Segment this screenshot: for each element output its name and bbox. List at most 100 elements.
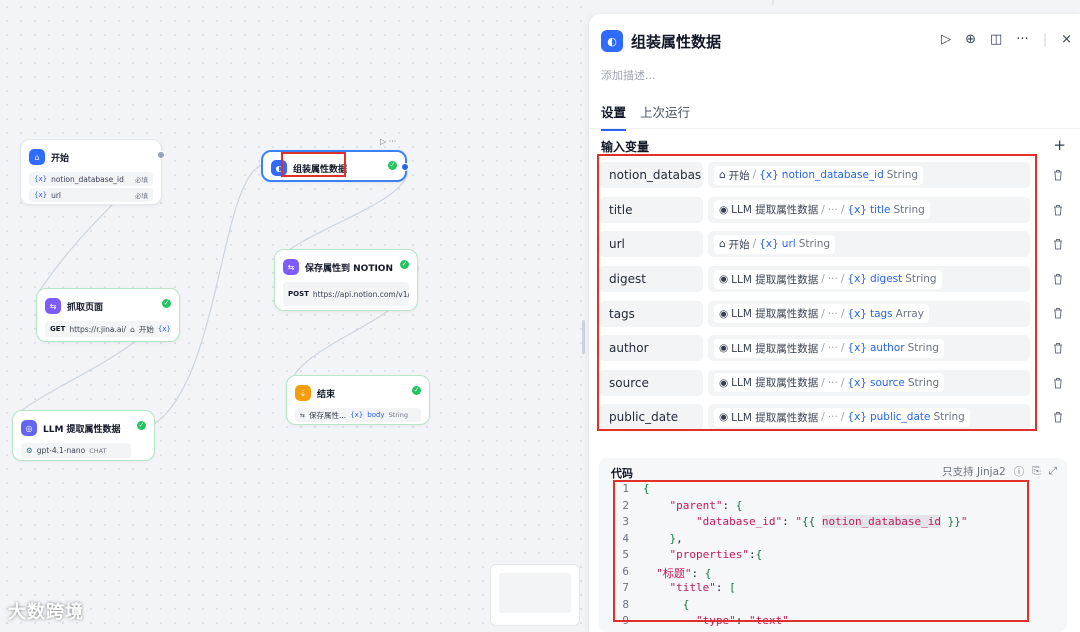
variable-row: tags ◉ LLM 提取属性数据 / ··· / {x} tags Array — [599, 296, 1062, 331]
node-toolbar[interactable]: ▷ ··· — [380, 137, 396, 146]
ref-path-ellipsis: ··· — [827, 376, 838, 389]
save-node[interactable]: ⇆ 保存属性到 NOTION ✓ POST https://api.notion… — [274, 249, 418, 311]
output-type: String — [388, 411, 408, 419]
line-number: 9 — [622, 614, 629, 627]
http-icon: ⇆ — [283, 259, 299, 275]
ref-var-name: url — [781, 238, 796, 251]
request-url: https://r.jina.ai/ — [69, 324, 127, 334]
variable-row: digest ◉ LLM 提取属性数据 / ··· / {x} digest String — [599, 262, 1062, 297]
panel-title[interactable]: 组装属性数据 — [631, 31, 721, 52]
trash-icon[interactable] — [1053, 273, 1063, 288]
trash-icon[interactable] — [1053, 308, 1063, 322]
llm-icon: ◉ — [719, 342, 729, 355]
tab-last-run[interactable]: 上次运行 — [640, 102, 690, 131]
variable-ref-selector[interactable]: ◉ LLM 提取属性数据 / ··· / {x} public_date String — [708, 404, 1030, 431]
output-row: ⇆ 保存属性... {x} body String — [295, 408, 421, 422]
variable-name-input[interactable]: public_date — [599, 404, 703, 431]
request-row: GET https://r.jina.ai/ ⌂ 开始 {x} url — [45, 321, 171, 337]
variable-ref-selector[interactable]: ◉ LLM 提取属性数据 / ··· / {x} tags Array — [708, 300, 1030, 327]
code-text: "type": "text" — [695, 614, 789, 627]
variable-ref-selector[interactable]: ◉ LLM 提取属性数据 / ··· / {x} author String — [708, 335, 1030, 362]
target-icon[interactable]: ⊕ — [965, 32, 976, 47]
line-number: 8 — [622, 597, 629, 611]
code-text: }, — [669, 531, 683, 545]
trash-icon[interactable] — [1053, 342, 1063, 357]
workflow-canvas[interactable]: ⌂ 开始 {x} notion_database_id 必填 {x} url 必… — [0, 0, 774, 632]
variable-ref-selector[interactable]: ◉ LLM 提取属性数据 / ··· / {x} digest String — [708, 266, 1030, 293]
add-variable-icon[interactable]: + — [1053, 136, 1066, 154]
more-icon[interactable]: ··· — [1016, 32, 1028, 47]
help-icon[interactable]: ⓘ — [1014, 464, 1025, 479]
close-icon[interactable]: × — [1061, 32, 1072, 47]
code-line: 4 }, — [599, 532, 968, 549]
variable-name-input[interactable]: notion_databas — [599, 162, 703, 189]
panel-resize-handle[interactable] — [582, 320, 585, 354]
variable-name-input[interactable]: digest — [599, 266, 703, 293]
variable-name-input[interactable]: source — [599, 369, 703, 396]
http-icon: ⇆ — [300, 411, 306, 419]
description-input[interactable]: 添加描述... — [601, 67, 656, 83]
assemble-node[interactable]: ◐ 组装属性数据 ✓ — [261, 150, 409, 182]
line-number: 3 — [622, 515, 629, 528]
required-badge: 必填 — [135, 176, 148, 184]
book-icon[interactable]: ◫ — [990, 32, 1002, 47]
output-handle[interactable] — [157, 151, 165, 159]
variable-ref-chip: ◉ LLM 提取属性数据 / ··· / {x} author String — [714, 338, 944, 358]
variable-row: notion_databas ⌂ 开始 / {x} notion_database_id S… — [599, 158, 1062, 193]
copy-icon[interactable]: ⎘ — [1032, 465, 1040, 478]
required-badge: 必填 — [135, 192, 148, 200]
minimap[interactable] — [490, 564, 580, 626]
code-line: 7 "title": [ — [599, 581, 968, 598]
output-var: body — [367, 411, 385, 419]
start-node[interactable]: ⌂ 开始 {x} notion_database_id 必填 {x} url 必… — [20, 139, 165, 205]
trash-icon[interactable] — [1053, 377, 1063, 392]
node-settings-panel: ◐ 组装属性数据 ▷ ⊕ ◫ ··· | × 添加描述... 设置 上次运行 输… — [588, 14, 1080, 632]
variable-name-input[interactable]: title — [599, 196, 703, 223]
expand-icon[interactable]: ⤢ — [1049, 465, 1057, 478]
ref-var-type: String — [907, 376, 940, 389]
trash-icon[interactable] — [1053, 412, 1063, 426]
llm-node[interactable]: ◎ LLM 提取属性数据 ✓ ⚙ gpt-4.1-nano CHAT — [12, 410, 155, 461]
code-editor[interactable]: 代码 只支持 Jinja2 ⓘ ⎘ ⤢ 1{2 "parent": {3 "da… — [599, 458, 1067, 632]
ref-var-type: String — [893, 203, 925, 216]
variable-ref-selector[interactable]: ◉ LLM 提取属性数据 / ··· / {x} source String — [708, 369, 1030, 396]
variable-ref-selector[interactable]: ⌂ 开始 / {x} notion_database_id String — [708, 162, 1030, 189]
ref-source: LLM 提取属性数据 — [731, 308, 819, 321]
variable-row: source ◉ LLM 提取属性数据 / ··· / {x} source String — [599, 366, 1062, 401]
end-node[interactable]: ⇣ 结束 ✓ ⇆ 保存属性... {x} body String — [286, 375, 430, 425]
panel-actions: ▷ ⊕ ◫ ··· | × — [941, 32, 1072, 47]
variable-ref-chip: ◉ LLM 提取属性数据 / ··· / {x} tags Array — [714, 304, 929, 324]
trash-icon[interactable] — [1053, 170, 1063, 184]
start-input-row: {x} url 必填 — [29, 188, 153, 202]
fetch-node[interactable]: ⇆ 抓取页面 ✓ GET https://r.jina.ai/ ⌂ 开始 {x}… — [36, 288, 180, 342]
variable-ref-chip: ⌂ 开始 / {x} notion_database_id String — [714, 165, 924, 185]
variable-row: public_date ◉ LLM 提取属性数据 / ··· / {x} public_dat… — [599, 400, 1062, 435]
variable-ref-selector[interactable]: ◉ LLM 提取属性数据 / ··· / {x} title String — [708, 196, 1030, 223]
variable-icon: {x} — [34, 175, 48, 183]
variable-row: author ◉ LLM 提取属性数据 / ··· / {x} author String — [599, 331, 1062, 366]
code-text: "parent": { — [669, 498, 743, 512]
variable-name-input[interactable]: url — [599, 231, 703, 258]
trash-icon[interactable] — [1053, 239, 1063, 253]
code-lines[interactable]: 1{2 "parent": {3 "database_id": "{{ noti… — [599, 482, 968, 631]
variable-ref-selector[interactable]: ⌂ 开始 / {x} url String — [708, 231, 1030, 258]
code-text: "title": [ — [669, 581, 736, 594]
ref-source: 开始 — [728, 169, 750, 182]
variable-ref-chip: ◉ LLM 提取属性数据 / ··· / {x} title String — [714, 200, 930, 220]
variable-name-input[interactable]: tags — [599, 300, 703, 327]
variable-icon: {x} — [157, 325, 171, 333]
trash-icon[interactable] — [1053, 204, 1063, 219]
home-icon: ⌂ — [130, 324, 135, 334]
model-mode: CHAT — [89, 446, 107, 455]
variable-name-input[interactable]: author — [599, 335, 703, 362]
ref-node: 开始 — [138, 324, 154, 334]
tab-settings[interactable]: 设置 — [601, 102, 627, 131]
variable-row: url ⌂ 开始 / {x} url String — [599, 227, 1062, 262]
success-icon: ✓ — [388, 161, 397, 170]
divider: | — [1042, 32, 1048, 47]
fetch-node-title: 抓取页面 — [67, 302, 104, 313]
run-icon[interactable]: ▷ — [941, 32, 951, 47]
output-handle[interactable] — [401, 163, 409, 171]
watermark: 大数跨境 — [8, 602, 84, 623]
success-icon: ✓ — [137, 421, 146, 430]
